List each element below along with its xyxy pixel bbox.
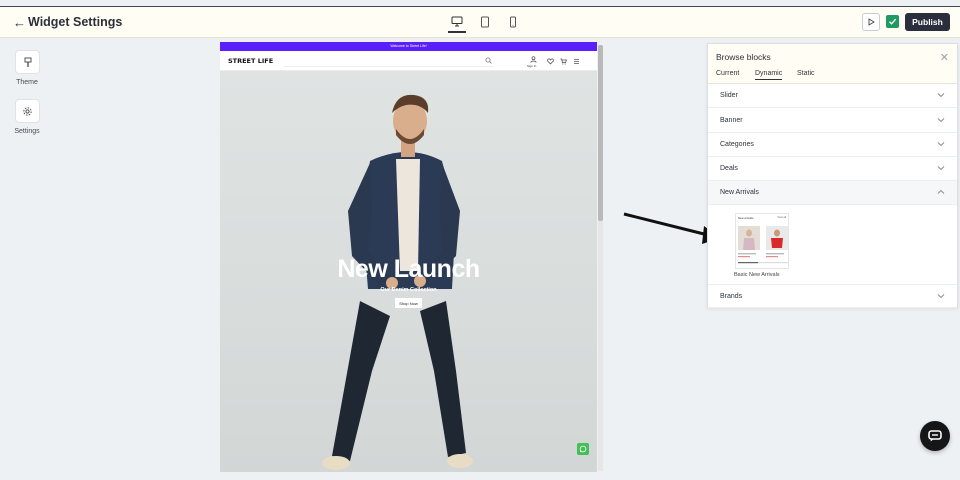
close-icon[interactable]: ✕ bbox=[940, 51, 949, 64]
publish-button[interactable]: Publish bbox=[905, 13, 950, 31]
block-label: Banner bbox=[720, 117, 743, 124]
tablet-view-button[interactable] bbox=[476, 11, 494, 33]
mobile-icon bbox=[510, 16, 516, 28]
theme-button[interactable] bbox=[15, 50, 40, 74]
user-icon[interactable] bbox=[530, 56, 537, 63]
store-search-input[interactable] bbox=[284, 55, 494, 67]
wishlist-heart-icon[interactable] bbox=[547, 58, 554, 65]
tab-current[interactable]: Current bbox=[716, 70, 739, 79]
page-title: Widget Settings bbox=[28, 15, 123, 29]
settings-label: Settings bbox=[14, 128, 40, 135]
settings-button[interactable] bbox=[15, 99, 40, 123]
chevron-down-icon bbox=[937, 93, 945, 98]
chat-icon bbox=[928, 430, 942, 442]
whatsapp-icon bbox=[579, 445, 587, 453]
chevron-down-icon bbox=[937, 118, 945, 123]
chevron-down-icon bbox=[937, 166, 945, 171]
brush-icon bbox=[24, 57, 31, 67]
hero-subtitle: Our Denim Collection bbox=[380, 287, 437, 293]
chevron-up-icon bbox=[937, 189, 945, 194]
menu-icon[interactable] bbox=[573, 58, 580, 65]
shop-now-button[interactable]: Shop Now bbox=[395, 298, 422, 308]
block-label: Slider bbox=[720, 92, 738, 99]
block-label: Categories bbox=[720, 141, 754, 148]
block-label: Brands bbox=[720, 293, 743, 300]
new-arrivals-template-thumbnail[interactable]: New arrivals View all bbox=[735, 213, 789, 269]
theme-label: Theme bbox=[16, 79, 38, 86]
store-logo: STREET LIFE bbox=[228, 57, 274, 65]
block-row-banner[interactable]: Banner bbox=[708, 109, 957, 133]
panel-title: Browse blocks bbox=[716, 52, 771, 62]
preview-play-button[interactable] bbox=[862, 13, 880, 31]
gear-icon bbox=[23, 106, 32, 116]
tab-dynamic[interactable]: Dynamic bbox=[755, 70, 783, 80]
product-images bbox=[738, 226, 788, 264]
desktop-icon bbox=[451, 16, 463, 26]
back-arrow-icon[interactable]: ← bbox=[13, 15, 26, 30]
block-row-brands[interactable]: Brands bbox=[708, 284, 957, 308]
sign-in-link[interactable]: Sign In bbox=[527, 64, 536, 68]
hero-title: New Launch bbox=[337, 255, 480, 283]
checkmark-icon bbox=[889, 18, 897, 25]
search-icon bbox=[485, 57, 492, 64]
mobile-view-button[interactable] bbox=[504, 11, 522, 33]
block-row-new-arrivals[interactable]: New Arrivals bbox=[708, 181, 957, 205]
promo-bar: Welcome to Street Life! bbox=[220, 42, 597, 51]
preview-scrollbar-thumb[interactable] bbox=[598, 45, 603, 221]
tablet-icon bbox=[481, 16, 489, 28]
block-row-slider[interactable]: Slider bbox=[708, 84, 957, 108]
save-check-button[interactable] bbox=[886, 15, 899, 28]
top-bar: ← Widget Settings Publish bbox=[0, 7, 960, 38]
chat-support-button[interactable] bbox=[920, 421, 950, 451]
store-navbar: STREET LIFE Sign In bbox=[220, 51, 597, 71]
play-icon bbox=[868, 18, 875, 26]
whatsapp-button[interactable] bbox=[577, 443, 589, 455]
cart-icon[interactable] bbox=[560, 58, 567, 65]
chevron-down-icon bbox=[937, 294, 945, 299]
template-caption: Basic New Arrivals bbox=[734, 272, 780, 278]
block-row-categories[interactable]: Categories bbox=[708, 133, 957, 157]
hero-banner: New Launch Our Denim Collection Shop Now bbox=[220, 71, 597, 472]
desktop-view-button[interactable] bbox=[448, 11, 466, 33]
block-row-deals[interactable]: Deals bbox=[708, 157, 957, 181]
preview-scrollbar[interactable] bbox=[598, 45, 603, 471]
block-label: New Arrivals bbox=[720, 189, 759, 196]
store-preview: Welcome to Street Life! STREET LIFE Sign… bbox=[220, 42, 597, 472]
tab-static[interactable]: Static bbox=[797, 70, 815, 79]
panel-header: Browse blocks ✕ Current Dynamic Static bbox=[708, 44, 957, 84]
chevron-down-icon bbox=[937, 142, 945, 147]
browse-blocks-panel: Browse blocks ✕ Current Dynamic Static S… bbox=[707, 43, 958, 308]
block-label: Deals bbox=[720, 165, 738, 172]
